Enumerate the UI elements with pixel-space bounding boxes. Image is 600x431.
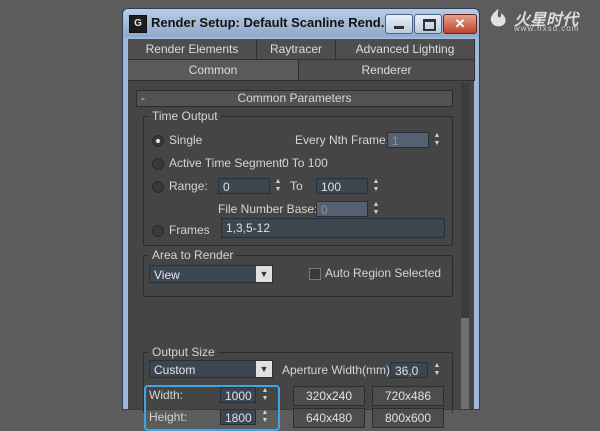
chevron-down-icon: ▼ bbox=[256, 266, 272, 282]
range-to-label: To bbox=[290, 179, 303, 193]
radio-active-time-segment[interactable] bbox=[152, 158, 164, 170]
file-number-base-field[interactable]: 0 bbox=[316, 201, 368, 217]
title-bar[interactable]: G Render Setup: Default Scanline Rend...… bbox=[123, 9, 479, 37]
every-nth-field[interactable]: 1 bbox=[387, 132, 429, 148]
area-to-render-value: View bbox=[154, 268, 180, 282]
tab-render-elements[interactable]: Render Elements bbox=[128, 39, 257, 60]
aperture-width-spinner[interactable]: ▲ ▼ bbox=[432, 362, 442, 378]
tab-common[interactable]: Common bbox=[128, 60, 299, 81]
watermark-url: www.hxsd.com bbox=[514, 24, 580, 33]
minimize-button[interactable] bbox=[385, 14, 413, 34]
maximize-icon bbox=[423, 19, 436, 31]
frames-field[interactable]: 1,3,5-12 bbox=[221, 218, 445, 238]
auto-region-label: Auto Region Selected bbox=[325, 266, 442, 280]
maximize-button[interactable] bbox=[414, 14, 442, 34]
range-from-field[interactable]: 0 bbox=[218, 178, 270, 194]
render-setup-window: G Render Setup: Default Scanline Rend...… bbox=[122, 8, 480, 431]
dialog-body: Render Elements Raytracer Advanced Light… bbox=[128, 39, 475, 431]
tab-raytracer[interactable]: Raytracer bbox=[257, 39, 336, 60]
active-segment-label: Active Time Segment: bbox=[169, 156, 286, 170]
rollout-common-parameters[interactable]: Common Parameters - bbox=[136, 90, 453, 107]
app-icon: G bbox=[129, 15, 147, 33]
radio-range[interactable] bbox=[152, 181, 164, 193]
output-size-title: Output Size bbox=[149, 345, 218, 359]
area-to-render-dropdown[interactable]: View ▼ bbox=[149, 265, 273, 283]
active-segment-value: 0 To 100 bbox=[282, 156, 328, 170]
single-label: Single bbox=[169, 133, 203, 147]
radio-single[interactable] bbox=[152, 135, 164, 147]
close-icon: ✕ bbox=[454, 16, 466, 31]
preset-800x600-button[interactable]: 800x600 bbox=[372, 408, 444, 428]
range-to-field[interactable]: 100 bbox=[316, 178, 368, 194]
file-number-base-label: File Number Base: bbox=[218, 202, 318, 216]
range-from-spinner[interactable]: ▲ ▼ bbox=[273, 178, 283, 194]
tab-advanced-lighting[interactable]: Advanced Lighting bbox=[336, 39, 475, 60]
frames-label: Frames bbox=[169, 223, 210, 237]
preset-320x240-button[interactable]: 320x240 bbox=[293, 386, 365, 406]
area-to-render-title: Area to Render bbox=[149, 248, 237, 262]
flame-logo-icon bbox=[490, 9, 506, 27]
output-size-preset-value: Custom bbox=[154, 363, 196, 377]
window-title: Render Setup: Default Scanline Rend... bbox=[151, 15, 392, 30]
width-height-highlight bbox=[144, 385, 280, 431]
every-nth-label: Every Nth Frame: bbox=[295, 133, 390, 147]
tab-renderer[interactable]: Renderer bbox=[299, 60, 475, 81]
range-label: Range: bbox=[169, 179, 208, 193]
every-nth-spinner[interactable]: ▲ ▼ bbox=[432, 132, 442, 148]
aperture-width-field[interactable]: 36,0 bbox=[390, 362, 428, 378]
preset-720x486-button[interactable]: 720x486 bbox=[372, 386, 444, 406]
close-button[interactable]: ✕ bbox=[443, 14, 477, 34]
collapse-icon: - bbox=[141, 91, 145, 105]
settings-panel: Common Parameters - Time Output Single E… bbox=[128, 83, 474, 431]
chevron-down-icon: ▼ bbox=[256, 361, 272, 377]
file-number-base-spinner[interactable]: ▲ ▼ bbox=[371, 201, 381, 217]
aperture-width-label: Aperture Width(mm): bbox=[282, 363, 394, 377]
preset-640x480-button[interactable]: 640x480 bbox=[293, 408, 365, 428]
vertical-scrollbar[interactable] bbox=[461, 83, 469, 409]
output-size-preset-dropdown[interactable]: Custom ▼ bbox=[149, 360, 273, 378]
time-output-title: Time Output bbox=[149, 109, 221, 123]
rollout-title: Common Parameters bbox=[237, 91, 352, 105]
scrollbar-thumb[interactable] bbox=[461, 318, 469, 409]
minimize-icon bbox=[394, 26, 404, 29]
radio-frames[interactable] bbox=[152, 225, 164, 237]
auto-region-checkbox[interactable] bbox=[309, 268, 321, 280]
range-to-spinner[interactable]: ▲ ▼ bbox=[371, 178, 381, 194]
